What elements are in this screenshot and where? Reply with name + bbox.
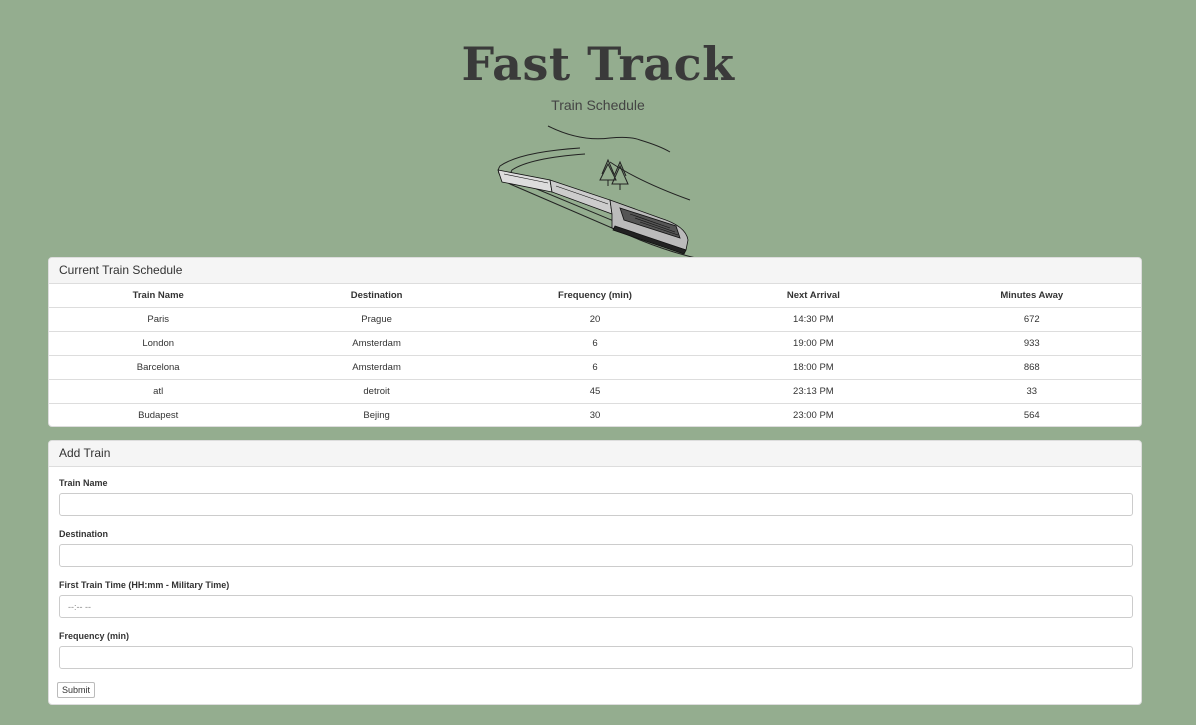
cell-frequency: 20: [589, 314, 601, 325]
cell-destination: Amsterdam: [267, 355, 486, 380]
column-header-train-name: Train Name: [49, 284, 268, 308]
schedule-table: Train Name Destination Frequency (min) N…: [49, 284, 1141, 427]
frequency-input[interactable]: [59, 646, 1133, 669]
train-name-input[interactable]: [59, 493, 1133, 516]
cell-train-name: Barcelona: [49, 355, 268, 380]
cell-frequency: 30: [485, 403, 705, 427]
cell-next-arrival: 18:00 PM: [704, 355, 923, 380]
cell-minutes-away: 672: [1023, 314, 1040, 325]
first-train-time-label: First Train Time (HH:mm - Military Time): [59, 580, 230, 590]
first-train-time-input[interactable]: [59, 595, 1133, 618]
form-group-train-name: Train Name: [59, 477, 1133, 516]
add-train-form: Train Name Destination First Train Time …: [49, 477, 1141, 669]
train-name-label: Train Name: [59, 478, 108, 488]
frequency-label: Frequency (min): [59, 631, 130, 641]
train-illustration-icon: [497, 125, 697, 259]
cell-frequency: 6: [485, 331, 705, 356]
form-group-frequency: Frequency (min): [59, 630, 1133, 669]
cell-destination: Amsterdam: [267, 331, 486, 356]
cell-destination: detroit: [267, 379, 486, 404]
cell-frequency: 6: [485, 355, 705, 380]
cell-train-name: Paris: [147, 314, 170, 325]
column-header-frequency: Frequency (min): [485, 284, 705, 308]
cell-frequency: 45: [485, 379, 705, 404]
column-header-destination: Destination: [267, 284, 486, 308]
destination-input[interactable]: [59, 544, 1133, 567]
cell-destination: Prague: [361, 314, 392, 325]
cell-train-name: Budapest: [49, 403, 268, 427]
cell-minutes-away: 564: [922, 403, 1141, 427]
add-train-panel: Add Train Train Name Destination First T…: [48, 440, 1142, 705]
cell-train-name: atl: [49, 379, 268, 404]
cell-destination: Bejing: [267, 403, 486, 427]
cell-next-arrival: 19:00 PM: [704, 331, 923, 356]
cell-train-name: London: [49, 331, 268, 356]
cell-next-arrival: 14:30 PM: [793, 314, 834, 325]
cell-minutes-away: 868: [922, 355, 1141, 380]
cell-minutes-away: 33: [922, 379, 1141, 404]
form-group-destination: Destination: [59, 528, 1133, 567]
destination-label: Destination: [59, 529, 109, 539]
page-subtitle: Train Schedule: [551, 97, 645, 113]
table-row: Barcelona Amsterdam 6 18:00 PM 868: [49, 355, 1141, 380]
add-train-panel-heading: Add Train: [49, 441, 1141, 467]
cell-next-arrival: 23:13 PM: [704, 379, 923, 404]
page-title: Fast Track: [461, 37, 735, 91]
submit-button[interactable]: Submit: [57, 682, 96, 698]
table-row: London Amsterdam 6 19:00 PM 933: [49, 331, 1141, 356]
table-row: Budapest Bejing 30 23:00 PM 564: [49, 403, 1141, 427]
cell-minutes-away: 933: [922, 331, 1141, 356]
table-row: atl detroit 45 23:13 PM 33: [49, 379, 1141, 404]
table-header-row: Train Name Destination Frequency (min) N…: [49, 284, 1141, 308]
column-header-minutes-away: Minutes Away: [922, 284, 1141, 308]
table-row: Paris Prague 20 14:30 PM 672: [49, 308, 1141, 332]
schedule-panel-heading: Current Train Schedule: [49, 258, 1141, 284]
column-header-next-arrival: Next Arrival: [704, 284, 923, 308]
form-group-first-train-time: First Train Time (HH:mm - Military Time): [59, 579, 1133, 618]
cell-next-arrival: 23:00 PM: [704, 403, 923, 427]
schedule-panel: Current Train Schedule Train Name Destin…: [48, 257, 1142, 427]
